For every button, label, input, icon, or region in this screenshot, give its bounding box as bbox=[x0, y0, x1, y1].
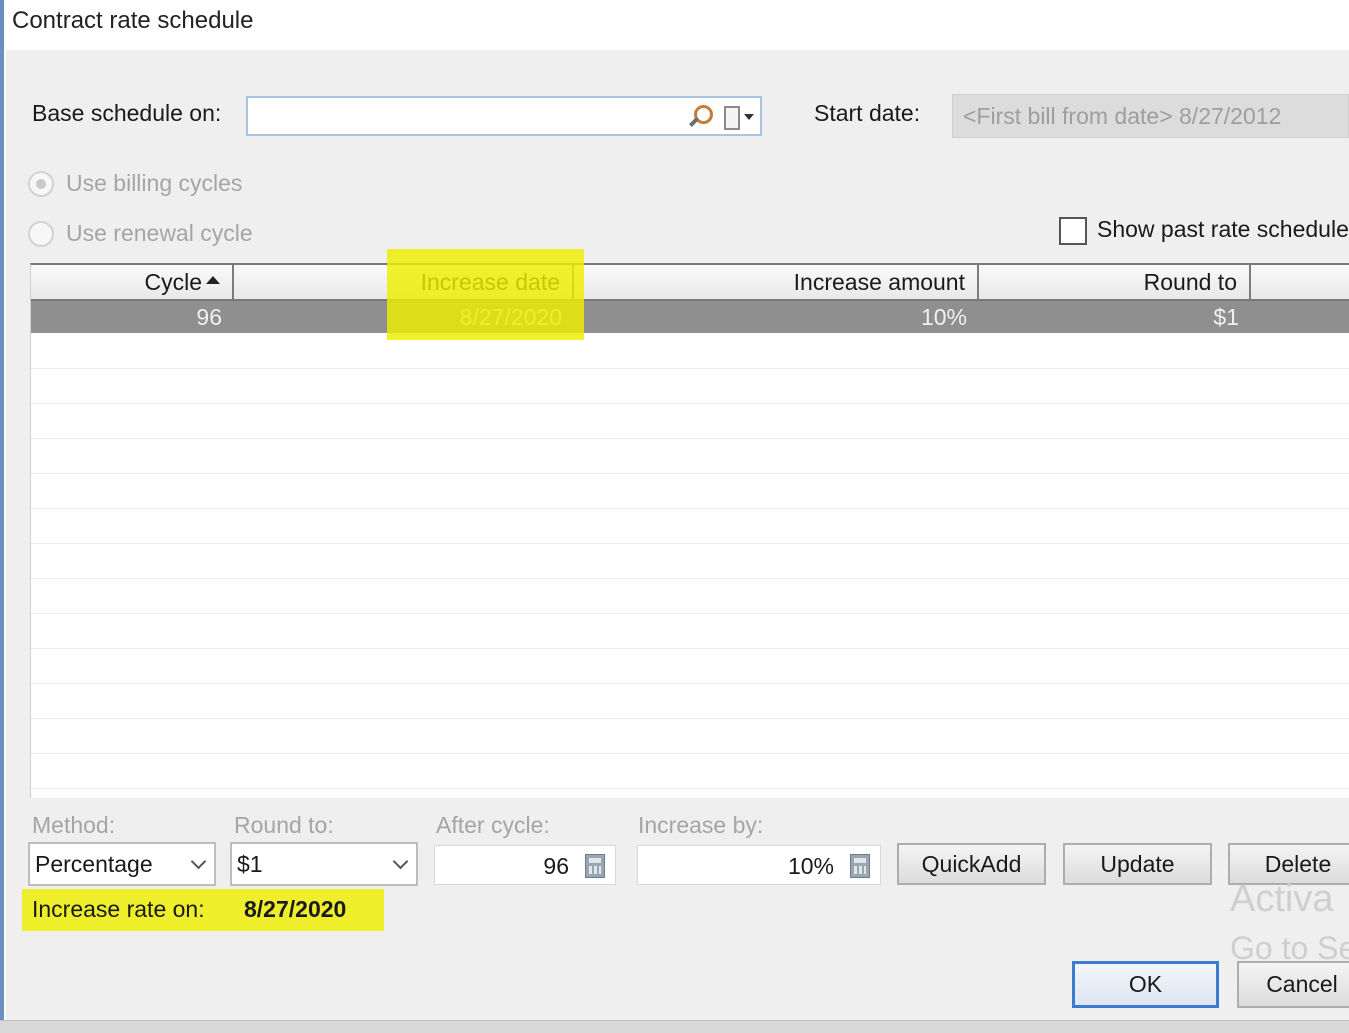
cell-cycle: 96 bbox=[196, 304, 222, 330]
sort-ascending-icon bbox=[206, 276, 220, 284]
grid-line bbox=[31, 473, 1349, 474]
method-label: Method: bbox=[32, 812, 116, 838]
round-to-value: $1 bbox=[237, 851, 263, 877]
grid-line bbox=[31, 648, 1349, 649]
cancel-button[interactable]: Cancel bbox=[1237, 961, 1349, 1008]
grid-line bbox=[31, 508, 1349, 509]
grid-line bbox=[31, 788, 1349, 789]
base-schedule-input[interactable] bbox=[246, 96, 762, 136]
round-to-select[interactable]: $1 bbox=[230, 842, 418, 886]
method-select[interactable]: Percentage bbox=[28, 842, 216, 886]
show-past-rate-schedules-checkbox[interactable] bbox=[1059, 217, 1087, 245]
grid-line bbox=[31, 438, 1349, 439]
use-renewal-cycle-radio[interactable] bbox=[28, 221, 54, 247]
grid-line bbox=[31, 718, 1349, 719]
after-cycle-label: After cycle: bbox=[436, 812, 550, 838]
rate-schedule-grid[interactable]: Cycle Increase date Increase amount Roun… bbox=[30, 263, 1349, 798]
base-schedule-label: Base schedule on: bbox=[32, 100, 222, 126]
bottom-strip bbox=[0, 1020, 1349, 1033]
grid-header: Cycle Increase date Increase amount Roun… bbox=[31, 265, 1349, 301]
use-renewal-cycle-label: Use renewal cycle bbox=[66, 220, 253, 246]
start-date-label: Start date: bbox=[814, 100, 921, 126]
use-billing-cycles-radio[interactable] bbox=[28, 171, 54, 197]
grid-line bbox=[31, 683, 1349, 684]
lookup-dropdown-icon[interactable] bbox=[722, 104, 754, 130]
increase-date-highlight bbox=[387, 249, 584, 340]
calculator-icon[interactable] bbox=[850, 854, 870, 878]
increase-by-input[interactable]: 10% bbox=[637, 845, 881, 885]
grid-line bbox=[31, 543, 1349, 544]
chevron-down-icon bbox=[392, 853, 409, 870]
cell-round-to: $1 bbox=[1213, 304, 1239, 330]
window-left-edge bbox=[0, 0, 4, 1033]
grid-line bbox=[31, 368, 1349, 369]
round-to-label: Round to: bbox=[234, 812, 334, 838]
calculator-icon[interactable] bbox=[585, 854, 605, 878]
column-header-increase-amount[interactable]: Increase amount bbox=[574, 265, 979, 299]
increase-by-label: Increase by: bbox=[638, 812, 764, 838]
after-cycle-input[interactable]: 96 bbox=[434, 845, 616, 885]
column-header-cycle[interactable]: Cycle bbox=[31, 265, 234, 299]
grid-line bbox=[31, 753, 1349, 754]
start-date-field: <First bill from date> 8/27/2012 bbox=[952, 94, 1349, 138]
grid-line bbox=[31, 578, 1349, 579]
chevron-down-icon bbox=[190, 853, 207, 870]
column-header-cycle-label: Cycle bbox=[144, 269, 202, 295]
show-past-rate-schedules-label: Show past rate schedules bbox=[1097, 216, 1349, 242]
increase-rate-value: 8/27/2020 bbox=[244, 896, 347, 922]
table-row[interactable]: 96 8/27/2020 10% $1 bbox=[31, 301, 1349, 333]
grid-line bbox=[31, 403, 1349, 404]
grid-line bbox=[31, 613, 1349, 614]
search-icon[interactable] bbox=[686, 104, 713, 130]
ok-button[interactable]: OK bbox=[1072, 961, 1219, 1008]
increase-rate-label: Increase rate on: bbox=[32, 896, 205, 922]
update-button[interactable]: Update bbox=[1063, 843, 1212, 885]
increase-by-value: 10% bbox=[787, 853, 834, 879]
window-title: Contract rate schedule bbox=[12, 7, 254, 34]
use-billing-cycles-label: Use billing cycles bbox=[66, 170, 243, 196]
after-cycle-value: 96 bbox=[543, 853, 569, 879]
column-header-round-to[interactable]: Round to bbox=[979, 265, 1251, 299]
activation-watermark-line1: Activa bbox=[1230, 878, 1334, 920]
method-value: Percentage bbox=[35, 851, 153, 877]
quickadd-button[interactable]: QuickAdd bbox=[897, 843, 1046, 885]
cell-increase-amount: 10% bbox=[920, 304, 967, 330]
